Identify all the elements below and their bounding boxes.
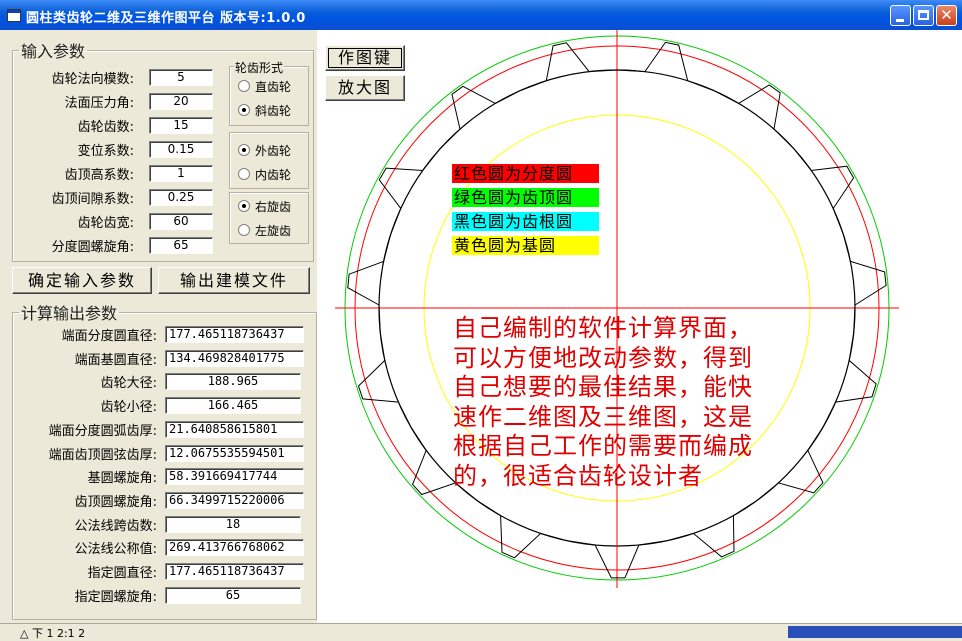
input-label: 齿轮法向模数: (51, 72, 134, 87)
output-field[interactable]: 177.465118736437 (165, 326, 304, 343)
radio-label: 右旋齿 (255, 200, 292, 214)
input-field[interactable]: 20 (149, 93, 213, 110)
confirm-input-button[interactable]: 确定输入参数 (12, 267, 152, 294)
radio-internal-gear[interactable]: 内齿轮 (238, 166, 291, 183)
close-icon: ✕ (940, 6, 953, 24)
output-field[interactable]: 269.413766768062 (165, 539, 304, 556)
radio-dot (238, 200, 250, 212)
input-field[interactable]: 0.15 (149, 141, 213, 158)
input-label: 变位系数: (77, 144, 134, 159)
export-model-button[interactable]: 输出建模文件 (158, 267, 310, 294)
input-params-title: 输入参数 (21, 42, 86, 61)
taskbar-fragment (788, 626, 962, 638)
output-label: 齿轮大径: (100, 376, 157, 391)
radio-label: 直齿轮 (255, 80, 292, 94)
input-field[interactable]: 5 (149, 69, 213, 86)
output-label: 齿顶圆螺旋角: (74, 495, 157, 510)
input-label: 分度圆螺旋角: (51, 240, 134, 255)
input-label: 齿顶间隙系数: (51, 192, 134, 207)
draw-button[interactable]: 作图键 (325, 45, 405, 71)
minimize-icon (891, 6, 910, 25)
title-bar: 圆柱类齿轮二维及三维作图平台 版本号:1.0.0 ✕ (0, 0, 962, 30)
output-label: 指定圆螺旋角: (74, 590, 157, 605)
legend-item: 红色圆为分度圆 (452, 164, 599, 183)
output-field[interactable]: 166.465 (165, 397, 301, 414)
radio-label: 斜齿轮 (255, 104, 292, 118)
maximize-button[interactable] (913, 5, 934, 26)
input-field[interactable]: 0.25 (149, 189, 213, 206)
input-label: 齿轮齿宽: (77, 216, 134, 231)
input-label: 齿顶高系数: (64, 168, 134, 183)
maximize-icon (914, 6, 933, 25)
output-field[interactable]: 65 (165, 587, 301, 604)
output-field[interactable]: 18 (165, 516, 301, 533)
tooth-form-title: 轮齿形式 (234, 59, 285, 76)
input-label: 法面压力角: (64, 96, 134, 111)
output-field[interactable]: 188.965 (165, 373, 301, 390)
zoom-button[interactable]: 放大图 (325, 75, 405, 101)
radio-dot (238, 80, 250, 92)
radio-dot (238, 224, 250, 236)
input-field[interactable]: 65 (149, 237, 213, 254)
input-field[interactable]: 60 (149, 213, 213, 230)
input-label: 齿轮齿数: (77, 120, 134, 135)
legend-item: 绿色圆为齿顶圆 (452, 188, 599, 207)
output-label: 端面齿顶圆弦齿厚: (48, 448, 157, 463)
window-title: 圆柱类齿轮二维及三维作图平台 版本号:1.0.0 (26, 11, 306, 26)
output-label: 端面基圆直径: (74, 353, 157, 368)
minimize-button[interactable] (890, 5, 911, 26)
output-field[interactable]: 177.465118736437 (165, 563, 304, 580)
radio-spur-gear[interactable]: 直齿轮 (238, 78, 291, 95)
output-label: 公法线公称值: (74, 542, 157, 557)
output-field[interactable]: 66.3499715220006 (165, 492, 304, 509)
annotation-note: 自己编制的软件计算界面，可以方便地改动参数，得到自己想要的最佳结果，能快速作二维… (453, 314, 753, 490)
radio-label: 内齿轮 (255, 168, 292, 182)
radio-helical-gear[interactable]: 斜齿轮 (238, 102, 291, 119)
output-label: 端面分度圆直径: (61, 329, 157, 344)
radio-right-hand[interactable]: 右旋齿 (238, 198, 291, 215)
output-label: 基圆螺旋角: (87, 471, 157, 486)
output-field[interactable]: 12.0675535594501 (165, 445, 304, 462)
output-field[interactable]: 21.640858615801 (165, 421, 304, 438)
output-field[interactable]: 58.391669417744 (165, 468, 304, 485)
radio-dot (238, 144, 250, 156)
output-field[interactable]: 134.469828401775 (165, 350, 304, 367)
input-field[interactable]: 15 (149, 117, 213, 134)
status-text: △ 下 1 2:1 2 (20, 627, 86, 640)
radio-dot (238, 168, 250, 180)
close-button[interactable]: ✕ (936, 5, 957, 26)
radio-label: 外齿轮 (255, 144, 292, 158)
radio-dot (238, 104, 250, 116)
output-label: 指定圆直径: (87, 566, 157, 581)
output-label: 端面分度圆弧齿厚: (48, 424, 157, 439)
radio-external-gear[interactable]: 外齿轮 (238, 142, 291, 159)
legend-item: 黄色圆为基圆 (452, 236, 599, 255)
app-icon[interactable] (7, 9, 21, 22)
legend-item: 黑色圆为齿根圆 (452, 212, 599, 231)
output-params-title: 计算输出参数 (21, 304, 118, 323)
output-label: 公法线跨齿数: (74, 519, 157, 534)
radio-label: 左旋齿 (255, 224, 292, 238)
output-label: 齿轮小径: (100, 400, 157, 415)
radio-left-hand[interactable]: 左旋齿 (238, 222, 291, 239)
input-field[interactable]: 1 (149, 165, 213, 182)
